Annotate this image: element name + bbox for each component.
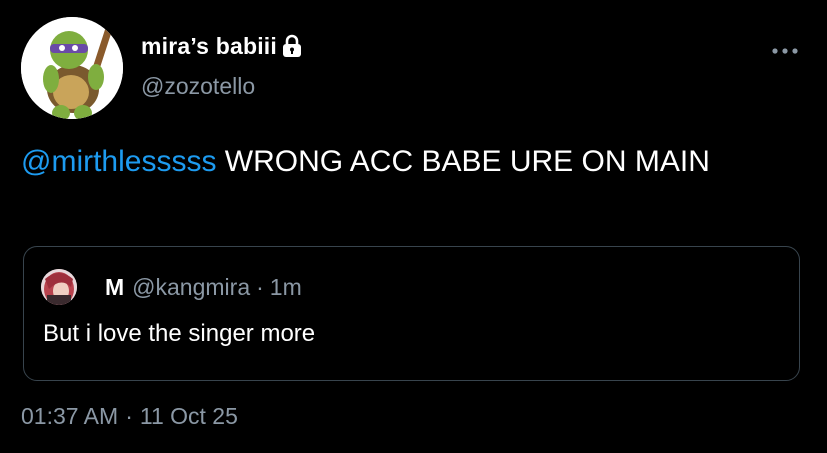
mention-link[interactable]: @mirthlesssss (21, 145, 216, 178)
quote-author-name[interactable]: M (105, 274, 124, 301)
quote-header: M @kangmira · 1m (105, 274, 302, 301)
quoted-tweet[interactable]: M @kangmira · 1m But i love the singer m… (23, 246, 800, 381)
author-handle[interactable]: @zozotello (141, 73, 255, 100)
meta-separator: · (125, 403, 133, 429)
quote-separator: · (256, 274, 264, 300)
author-name-row: mira’s babiii (141, 31, 303, 61)
tweet-date[interactable]: 11 Oct 25 (140, 403, 238, 430)
tweet-card: mira’s babiii @zozotello @mirthlesssss W… (0, 0, 827, 453)
more-dots-icon[interactable] (770, 43, 800, 54)
lock-icon (281, 34, 303, 58)
author-avatar[interactable] (21, 17, 123, 119)
quote-text: But i love the singer more (43, 320, 316, 347)
tweet-meta: 01:37 AM · 11 Oct 25 (21, 403, 238, 430)
quote-author-handle[interactable]: @kangmira (132, 274, 250, 301)
tweet-body: WRONG ACC BABE URE ON MAIN (216, 145, 710, 178)
turtle-character-avatar-icon (21, 17, 123, 119)
tweet-time[interactable]: 01:37 AM (21, 403, 118, 430)
tweet-text: @mirthlesssss WRONG ACC BABE URE ON MAIN (21, 143, 801, 180)
quote-avatar[interactable] (41, 269, 77, 305)
author-display-name[interactable]: mira’s babiii (141, 33, 277, 60)
pink-hair-avatar-icon (41, 269, 77, 305)
quote-timestamp[interactable]: 1m (270, 274, 302, 301)
